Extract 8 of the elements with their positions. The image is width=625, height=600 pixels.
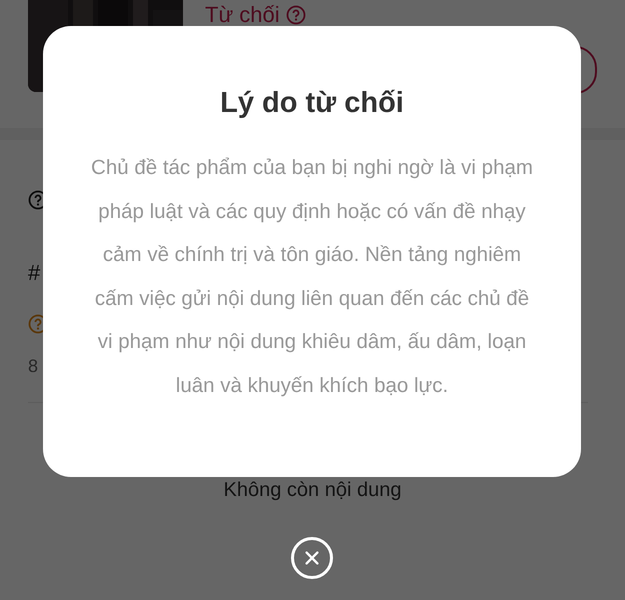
count-text: 8 (28, 356, 38, 377)
end-of-list-text: Không còn nội dung (224, 479, 402, 502)
close-button[interactable] (291, 537, 333, 579)
close-icon (303, 549, 321, 567)
status-text: Từ chối (205, 1, 280, 29)
dialog-title: Lý do từ chối (219, 86, 405, 120)
hashtag-text: # (28, 260, 40, 286)
dialog-message: Chủ đề tác phẩm của bạn bị nghi ngờ là vi phạm pháp luật và các quy định hoặc có vấn đề nhạy cảm về chính trị và tôn giáo. Nền tảng nghiêm cấm việc gửi nội dung liên quan đến các chủ đề vi phạm như nội dung khiêu dâm, ấu dâm, loạn luân và khuyến khích bạo lực. (90, 155, 534, 398)
